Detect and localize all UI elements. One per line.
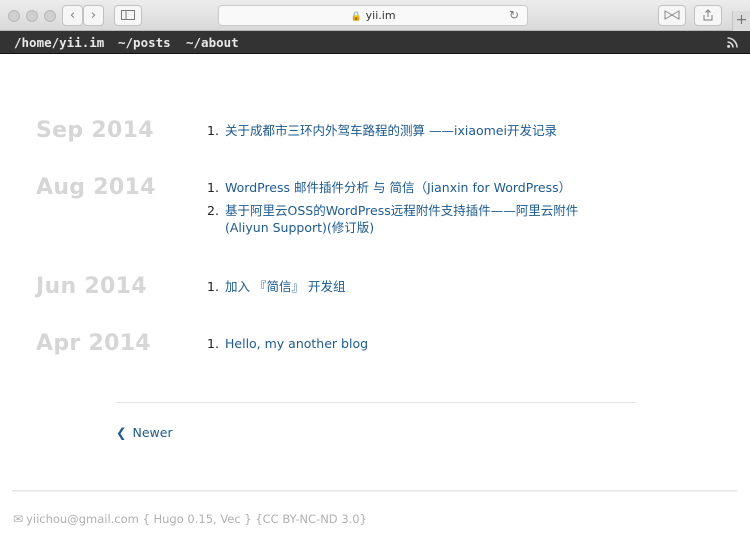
archive-month-heading: Sep 2014 [36,118,154,143]
rss-icon[interactable] [727,37,738,48]
footer-text[interactable]: yiichou@gmail.com { Hugo 0.15, Vec } {CC… [26,512,367,526]
plus-icon: + [735,12,748,28]
post-link[interactable]: 关于成都市三环内外驾车路程的测算 ——ixiaomei开发记录 [225,123,557,138]
archive-month-heading: Apr 2014 [36,331,151,356]
newer-label: Newer [132,425,173,440]
reload-icon[interactable]: ↻ [509,6,519,25]
browser-toolbar: ‹ › 🔒 yii.im ↻ + [0,0,750,31]
archive-month-heading: Jun 2014 [36,274,147,299]
back-button[interactable]: ‹ [62,5,83,26]
list-item: 1. WordPress 邮件插件分析 与 简信（Jianxin for Word… [207,180,572,195]
site-nav: /home/yii.im ~/posts ~/about [0,31,750,54]
archive-month-heading: Aug 2014 [36,175,156,200]
list-item: 1. Hello, my another blog [207,336,369,351]
chevron-left-icon: ❮ [116,425,127,440]
post-list: 1. WordPress 邮件插件分析 与 简信（Jianxin for Word… [207,179,617,242]
minimize-window-button[interactable] [26,10,38,22]
divider [116,402,636,403]
close-window-button[interactable] [8,10,20,22]
post-list: 1. 关于成都市三环内外驾车路程的测算 ——ixiaomei开发记录 [207,122,617,145]
address-bar-url: yii.im [365,9,396,22]
nav-home-link[interactable]: /home/yii.im [14,35,104,50]
envelope-icon: ✉ [13,512,24,526]
post-link[interactable]: WordPress 邮件插件分析 与 简信（Jianxin for WordPr… [225,180,571,195]
list-item: 1. 加入 『简信』 开发组 [207,279,346,294]
post-list: 1. 加入 『简信』 开发组 [207,278,617,301]
nav-posts-link[interactable]: ~/posts [118,35,171,50]
share-button[interactable] [694,5,722,26]
zoom-window-button[interactable] [44,10,56,22]
list-item: 1. 关于成都市三环内外驾车路程的测算 ——ixiaomei开发记录 [207,123,557,138]
chevron-left-icon: ‹ [69,8,76,23]
footer-divider [12,490,737,492]
nav-about-link[interactable]: ~/about [186,35,239,50]
list-item: 2. 基于阿里云OSS的WordPress远程附件支持插件——阿里云附件(Aliy… [207,203,579,235]
chevron-right-icon: › [90,8,97,23]
bowtie-icon [664,10,680,20]
lock-icon: 🔒 [350,12,362,22]
newer-posts-link[interactable]: ❮ Newer [116,425,173,440]
reader-button[interactable] [658,5,686,26]
new-tab-button[interactable]: + [732,11,750,31]
post-link[interactable]: Hello, my another blog [225,336,368,351]
address-bar[interactable]: 🔒 yii.im ↻ [218,5,528,26]
post-link[interactable]: 基于阿里云OSS的WordPress远程附件支持插件——阿里云附件(Aliyun… [225,203,578,235]
post-list: 1. Hello, my another blog [207,335,617,358]
forward-button[interactable]: › [83,5,104,26]
post-link[interactable]: 加入 『简信』 开发组 [225,279,345,294]
share-icon [703,9,713,21]
footer: ✉ yiichou@gmail.com { Hugo 0.15, Vec } {C… [13,512,367,526]
sidebar-toggle-button[interactable] [114,5,142,26]
sidebar-icon [121,10,135,20]
